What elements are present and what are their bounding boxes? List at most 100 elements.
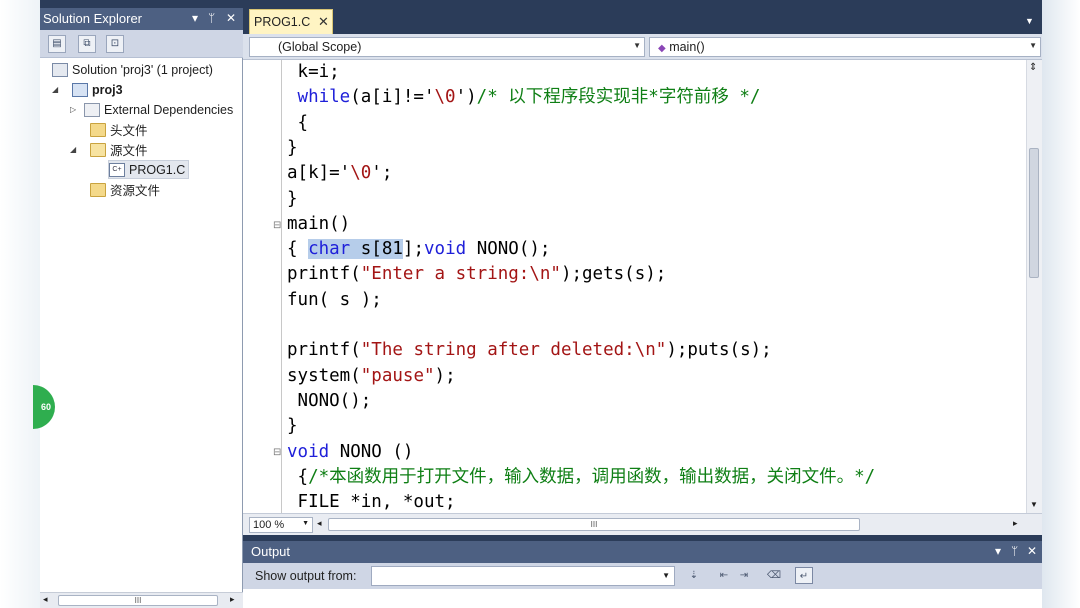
code-line: { char s[81];void NONO(); bbox=[287, 237, 550, 262]
tab-prog1c[interactable]: PROG1.C ✕ bbox=[249, 9, 333, 34]
solution-icon bbox=[52, 62, 68, 77]
code-line: printf("Enter a string:\n");gets(s); bbox=[287, 262, 666, 287]
code-token: a[k]=' bbox=[287, 163, 351, 184]
code-token: /*本函数用于打开文件，输入数据，调用函数，输出数据，关闭文件。*/ bbox=[308, 466, 876, 487]
member-dropdown[interactable]: ◆ main() ▼ bbox=[649, 37, 1041, 57]
tree-item-label: External Dependencies bbox=[104, 102, 234, 117]
code-token: NONO(); bbox=[466, 239, 551, 260]
collapsed-triangle-icon[interactable]: ▷ bbox=[70, 105, 80, 114]
output-source-dropdown[interactable]: ▼ bbox=[371, 566, 675, 586]
code-token: { bbox=[287, 239, 309, 260]
scroll-left-icon[interactable]: ◂ bbox=[317, 518, 322, 529]
scrollbar-thumb[interactable]: III bbox=[58, 595, 218, 606]
properties-icon[interactable]: ▤ bbox=[48, 35, 66, 53]
solution-explorer-title-bar: Solution Explorer ▾ ᛘ ✕ bbox=[40, 8, 243, 30]
output-text-area[interactable] bbox=[243, 589, 1042, 608]
pin-icon[interactable]: ᛘ bbox=[208, 11, 215, 25]
panel-menu-icon[interactable]: ▾ bbox=[995, 544, 1001, 558]
zoom-dropdown[interactable]: 100 % ▼ bbox=[249, 517, 313, 533]
vertical-scrollbar[interactable]: ⇕ ▼ bbox=[1026, 60, 1042, 513]
member-value: main() bbox=[669, 40, 705, 54]
code-token: s[81 bbox=[350, 239, 403, 260]
vertical-scrollbar-thumb[interactable] bbox=[1029, 148, 1039, 278]
code-token: void bbox=[287, 441, 330, 462]
output-toolbar: Show output from: ▼ ⇣ ⇤ ⇥ ⌫ ↵ bbox=[243, 563, 1042, 589]
tree-item-external-dependencies[interactable]: ▷ External Dependencies bbox=[70, 100, 233, 119]
code-token: NONO () bbox=[329, 441, 414, 462]
tree-item-prog1c[interactable]: C+ PROG1.C bbox=[108, 160, 190, 179]
show-output-label: Show output from: bbox=[255, 569, 357, 583]
tree-item-label: PROG1.C bbox=[129, 162, 186, 177]
code-line: void NONO () bbox=[287, 440, 413, 465]
document-tab-bar: PROG1.C ✕ ▼ bbox=[243, 8, 1042, 34]
scroll-right-icon[interactable]: ▸ bbox=[230, 594, 235, 605]
code-line: } bbox=[287, 136, 298, 161]
method-icon: ◆ bbox=[658, 43, 666, 54]
goto-location-icon[interactable]: ⇣ bbox=[685, 567, 703, 584]
pin-icon[interactable]: ᛘ bbox=[1011, 544, 1018, 558]
zoom-value: 100 % bbox=[253, 519, 285, 531]
tree-item-label: Solution 'proj3' (1 project) bbox=[72, 62, 213, 77]
tab-dropdown-icon[interactable]: ▼ bbox=[1025, 16, 1034, 26]
solution-explorer-toolbar: ▤ ⧉ ⊡ bbox=[40, 30, 243, 58]
code-line: system("pause"); bbox=[287, 364, 456, 389]
code-token: ]; bbox=[402, 239, 424, 260]
chevron-down-icon: ▼ bbox=[1029, 41, 1037, 50]
tree-item-label: 资源文件 bbox=[110, 184, 161, 198]
show-all-files-icon[interactable]: ⧉ bbox=[78, 35, 96, 53]
tree-item-header-files[interactable]: 头文件 bbox=[90, 120, 148, 139]
folder-icon bbox=[90, 122, 106, 137]
c-file-icon: C+ bbox=[109, 162, 125, 177]
scroll-down-icon[interactable]: ▼ bbox=[1030, 500, 1038, 509]
clear-all-icon[interactable]: ⌫ bbox=[765, 567, 783, 584]
horizontal-scrollbar[interactable]: ◂ III ▸ bbox=[40, 592, 243, 608]
scope-value: (Global Scope) bbox=[278, 40, 362, 54]
scroll-left-icon[interactable]: ◂ bbox=[43, 594, 48, 605]
editor-bottom-bar: 100 % ▼ ◂ III ▸ bbox=[243, 513, 1042, 535]
tree-item-source-files[interactable]: ◢ 源文件 bbox=[70, 140, 148, 159]
tree-item-label: 源文件 bbox=[110, 144, 148, 158]
desktop-left-edge bbox=[0, 0, 40, 608]
folder-icon bbox=[90, 182, 106, 197]
code-token: system( bbox=[287, 365, 361, 386]
word-wrap-icon[interactable]: ↵ bbox=[795, 567, 813, 584]
panel-menu-icon[interactable]: ▾ bbox=[192, 11, 198, 25]
collapse-toggle-icon[interactable]: ⊟ bbox=[273, 220, 283, 231]
tree-item-solution[interactable]: Solution 'proj3' (1 project) bbox=[52, 60, 213, 79]
chevron-down-icon: ▼ bbox=[633, 41, 641, 50]
tab-close-icon[interactable]: ✕ bbox=[318, 14, 329, 30]
expanded-triangle-icon[interactable]: ◢ bbox=[70, 145, 80, 154]
close-icon[interactable]: ✕ bbox=[226, 11, 236, 25]
close-icon[interactable]: ✕ bbox=[1027, 544, 1037, 558]
code-token: printf( bbox=[287, 340, 361, 361]
code-token: \0 bbox=[434, 87, 456, 108]
tree-item-resource-files[interactable]: 资源文件 bbox=[90, 180, 160, 199]
tree-item-project[interactable]: ◢ proj3 bbox=[52, 80, 123, 99]
expanded-triangle-icon[interactable]: ◢ bbox=[52, 85, 62, 94]
split-handle-icon[interactable]: ⇕ bbox=[1029, 62, 1037, 73]
scroll-right-icon[interactable]: ▸ bbox=[1013, 518, 1018, 529]
scope-dropdown[interactable]: (Global Scope) ▼ bbox=[249, 37, 645, 57]
next-message-icon[interactable]: ⇥ bbox=[735, 567, 753, 584]
code-token: { bbox=[287, 466, 309, 487]
folder-open-icon bbox=[90, 142, 106, 157]
collapse-toggle-icon[interactable]: ⊟ bbox=[273, 447, 283, 458]
code-token: char bbox=[308, 239, 351, 260]
code-line: } bbox=[287, 187, 298, 212]
horizontal-scrollbar-thumb[interactable]: III bbox=[328, 518, 860, 531]
code-token: void bbox=[424, 239, 467, 260]
previous-message-icon[interactable]: ⇤ bbox=[715, 567, 733, 584]
code-line: { bbox=[287, 111, 309, 136]
code-token: NONO(); bbox=[287, 390, 372, 411]
code-token: \0 bbox=[350, 163, 372, 184]
code-token: } bbox=[287, 416, 298, 437]
chevron-down-icon: ▼ bbox=[302, 520, 309, 527]
tab-label: PROG1.C bbox=[254, 15, 311, 29]
code-line: printf("The string after deleted:\n");pu… bbox=[287, 338, 772, 363]
refresh-icon[interactable]: ⊡ bbox=[106, 35, 124, 53]
code-token: { bbox=[287, 112, 309, 133]
code-token: "pause" bbox=[360, 365, 435, 386]
code-text-area[interactable]: k=i; while(a[i]!='\0')/* 以下程序段实现非*字符前移 *… bbox=[243, 60, 1026, 513]
code-line: while(a[i]!='\0')/* 以下程序段实现非*字符前移 */ bbox=[287, 85, 761, 110]
code-line: main() bbox=[287, 212, 350, 237]
